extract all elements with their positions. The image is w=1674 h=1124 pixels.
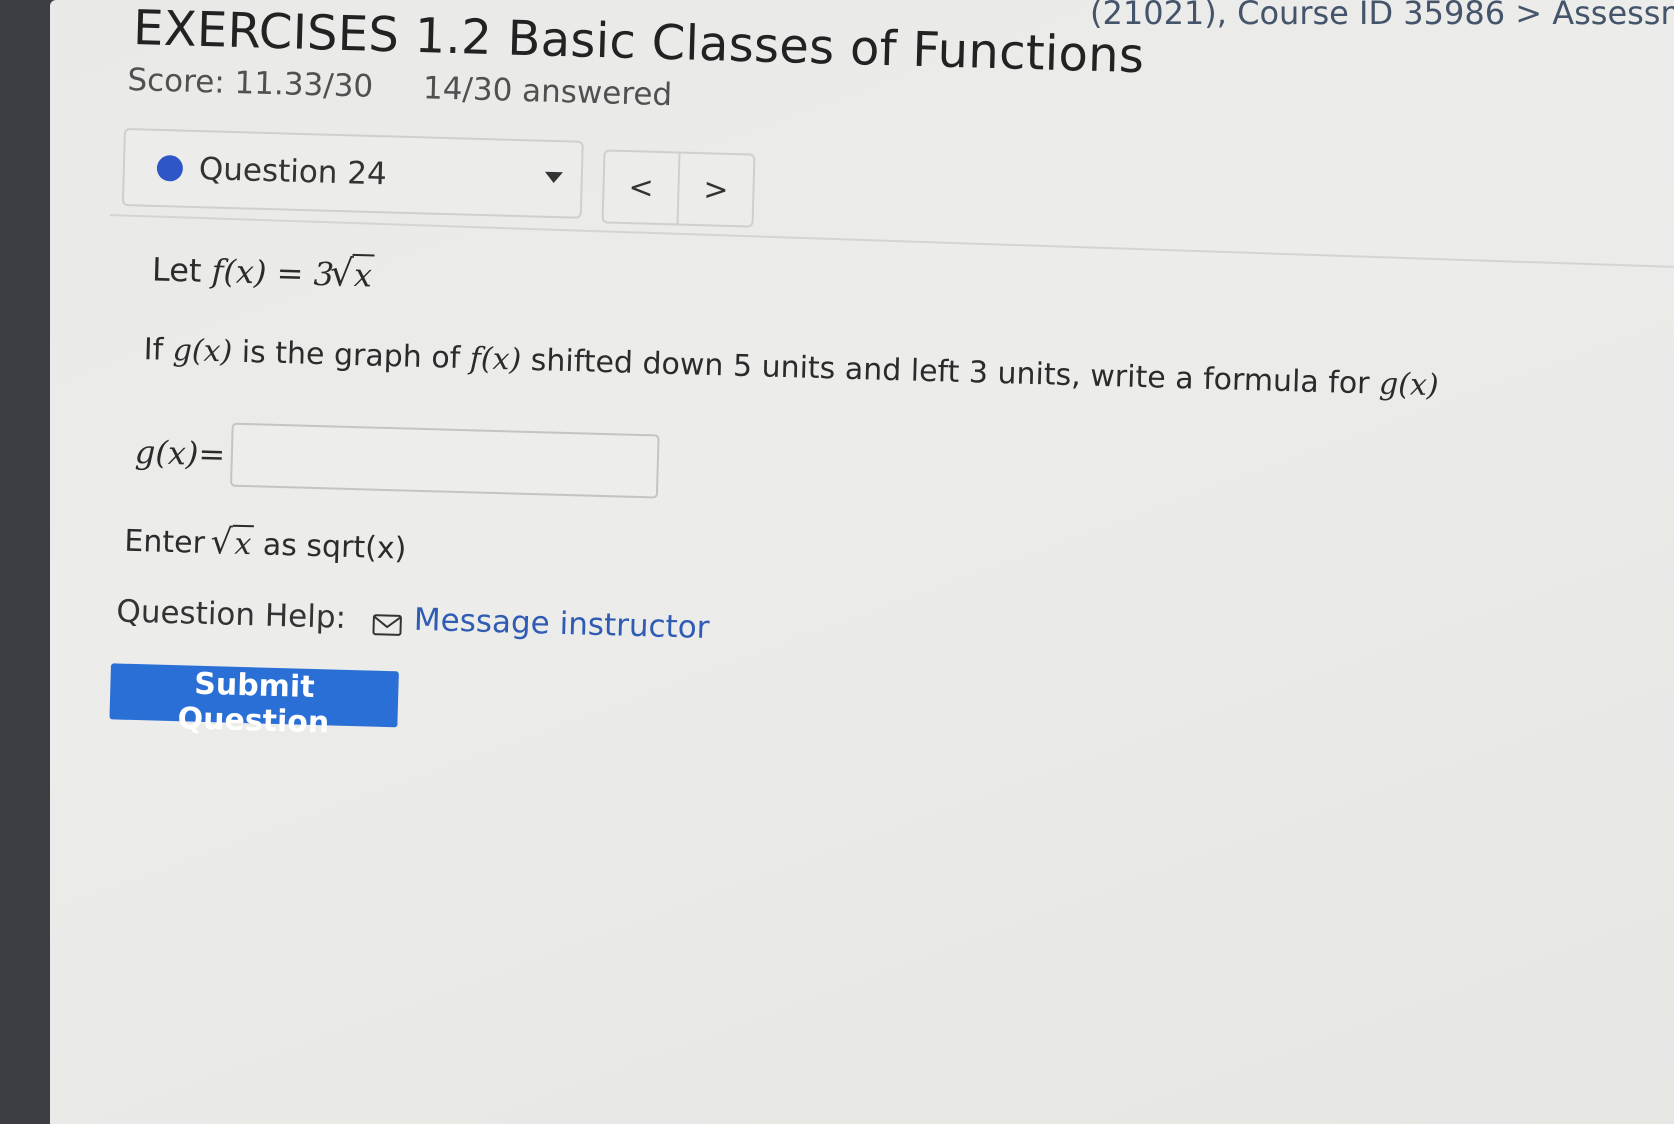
input-hint: Enter x as sqrt(x) bbox=[124, 524, 407, 567]
browser-viewport: (21021), Course ID 35986 > Assessment EX… bbox=[50, 0, 1674, 1124]
hint-prefix: Enter bbox=[123, 523, 206, 561]
g-of-x: g(x) bbox=[172, 332, 233, 370]
breadcrumb[interactable]: (21021), Course ID 35986 > Assessment bbox=[1090, 0, 1674, 32]
g-of-x-end: g(x) bbox=[1378, 366, 1440, 404]
question-help-label: Question Help: bbox=[115, 593, 347, 636]
question-help: Question Help: Message instructor bbox=[116, 593, 710, 646]
prompt-mid-2: shifted down 5 units and left 3 units, w… bbox=[530, 342, 1371, 402]
answer-input[interactable] bbox=[230, 422, 660, 499]
f-of-x: f(x) bbox=[469, 341, 522, 378]
sqrt-radicand: x bbox=[351, 253, 375, 295]
if-prefix: If bbox=[143, 332, 164, 368]
submit-question-button[interactable]: Submit Question bbox=[109, 663, 399, 740]
f-definition: f(x) = 3 bbox=[211, 252, 335, 294]
answer-label: g(x)= bbox=[134, 432, 226, 474]
function-definition: Let f(x) = 3 x bbox=[151, 250, 375, 295]
question-prompt: If g(x) is the graph of f(x) shifted dow… bbox=[143, 332, 1439, 403]
answer-row: g(x)= bbox=[134, 420, 660, 499]
hint-suffix: as sqrt(x) bbox=[262, 527, 407, 567]
sqrt-expression: x bbox=[333, 253, 375, 295]
prompt-mid-1: is the graph of bbox=[241, 334, 461, 376]
question-body: Let f(x) = 3 x If g(x) is the graph of f(… bbox=[50, 0, 1674, 1124]
hint-radicand: x bbox=[231, 524, 254, 563]
hint-sqrt: x bbox=[214, 524, 254, 563]
let-prefix: Let bbox=[151, 250, 203, 290]
envelope-icon[interactable] bbox=[372, 608, 403, 636]
message-instructor-link[interactable]: Message instructor bbox=[413, 602, 709, 646]
